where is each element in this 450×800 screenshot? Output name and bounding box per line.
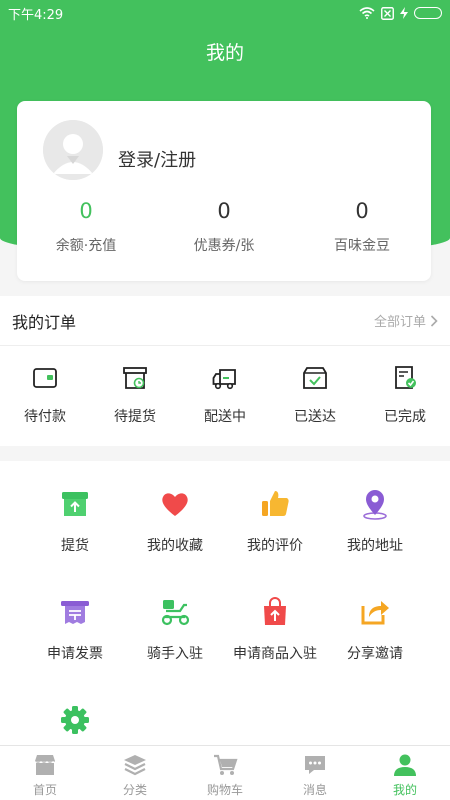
tab-label: 我的 [392, 783, 417, 797]
cart-icon [214, 754, 238, 775]
balance-label: 余额·充值 [55, 238, 117, 254]
settings-gear-icon [61, 706, 89, 734]
message-icon [305, 756, 325, 774]
order-label: 待提货 [114, 409, 156, 425]
all-orders-label: 全部订单 [373, 315, 426, 330]
tab-label: 消息 [302, 783, 327, 797]
location-pin-icon [363, 490, 387, 520]
order-label: 配送中 [204, 409, 246, 425]
pickup-box-icon [123, 367, 147, 389]
gold-bean-stat[interactable]: 0 百味金豆 [293, 197, 431, 255]
tool-label: 骑手入驻 [147, 646, 203, 662]
gold-bean-label: 百味金豆 [334, 238, 390, 254]
battery-icon [414, 7, 442, 19]
status-icons [359, 6, 442, 20]
coupon-value: 0 [217, 199, 231, 223]
tool-pickup[interactable]: 提货 [25, 461, 125, 569]
share-icon [361, 601, 389, 625]
tab-category[interactable]: 分类 [90, 746, 180, 800]
account-stats: 0 余额·充值 0 优惠券/张 0 百味金豆 [17, 197, 431, 255]
coupon-stat[interactable]: 0 优惠券/张 [155, 197, 293, 255]
charging-icon [400, 7, 408, 19]
status-bar: 下午4:29 [0, 0, 450, 26]
layers-icon [124, 755, 146, 776]
shopping-bag-icon [264, 597, 286, 625]
tab-label: 分类 [122, 783, 147, 797]
orders-title: 我的订单 [12, 312, 77, 332]
tool-label: 申请商品入驻 [233, 646, 317, 662]
tool-label: 我的地址 [347, 538, 403, 554]
heart-icon [162, 493, 188, 516]
tool-invoice[interactable]: 申请发票 [25, 569, 125, 677]
order-pending-payment[interactable]: 待付款 [0, 346, 90, 446]
wifi-icon [359, 7, 375, 19]
default-avatar-icon [43, 120, 103, 180]
orders-header: 我的订单 全部订单 [0, 296, 450, 346]
coupon-label: 优惠券/张 [193, 238, 255, 254]
my-orders-section: 我的订单 全部订单 待付款 待提货 配送中 已送达 已完成 [0, 296, 450, 446]
tab-mine[interactable]: 我的 [360, 746, 450, 800]
wallet-icon [33, 368, 57, 388]
order-label: 已送达 [294, 409, 336, 425]
avatar[interactable] [43, 120, 103, 180]
order-pending-pickup[interactable]: 待提货 [90, 346, 180, 446]
tab-home[interactable]: 首页 [0, 746, 90, 800]
home-store-icon [35, 755, 55, 775]
tab-label: 购物车 [206, 783, 243, 797]
all-orders-link[interactable]: 全部订单 [374, 311, 438, 330]
delivered-box-icon [303, 367, 327, 389]
invoice-icon [61, 601, 89, 624]
tab-messages[interactable]: 消息 [270, 746, 360, 800]
tool-label: 提货 [61, 538, 89, 554]
page-title: 我的 [205, 42, 244, 64]
order-delivered[interactable]: 已送达 [270, 346, 360, 446]
order-status-row: 待付款 待提货 配送中 已送达 已完成 [0, 346, 450, 446]
balance-value: 0 [79, 199, 93, 223]
tools-grid: 提货 我的收藏 我的评价 我的地址 申请发票 骑手入驻 申请商品入驻 分享邀请 [0, 461, 450, 785]
login-register-link[interactable]: 登录/注册 [118, 146, 196, 172]
tab-cart[interactable]: 购物车 [180, 746, 270, 800]
chevron-right-icon [430, 314, 438, 327]
scooter-icon [161, 600, 190, 626]
tool-share-invite[interactable]: 分享邀请 [325, 569, 425, 677]
tool-favorites[interactable]: 我的收藏 [125, 461, 225, 569]
tool-label: 分享邀请 [347, 646, 403, 662]
pickup-icon [62, 492, 88, 516]
tools-section: 提货 我的收藏 我的评价 我的地址 申请发票 骑手入驻 申请商品入驻 分享邀请 [0, 461, 450, 746]
profile-card: 登录/注册 0 余额·充值 0 优惠券/张 0 百味金豆 [17, 101, 431, 281]
tool-reviews[interactable]: 我的评价 [225, 461, 325, 569]
status-time: 下午4:29 [8, 7, 64, 23]
completed-doc-icon [395, 366, 416, 389]
tool-address[interactable]: 我的地址 [325, 461, 425, 569]
thumbs-up-icon [262, 491, 289, 516]
bottom-tab-bar: 首页 分类 购物车 消息 我的 [0, 745, 450, 800]
tab-label: 首页 [32, 783, 57, 797]
balance-stat[interactable]: 0 余额·充值 [17, 197, 155, 255]
user-icon [394, 754, 416, 776]
order-label: 待付款 [24, 409, 66, 425]
tool-label: 申请发票 [47, 646, 103, 662]
tool-label: 我的收藏 [147, 538, 203, 554]
order-delivering[interactable]: 配送中 [180, 346, 270, 446]
order-completed[interactable]: 已完成 [360, 346, 450, 446]
tool-merchant-join[interactable]: 申请商品入驻 [225, 569, 325, 677]
truck-icon [212, 369, 236, 390]
tool-label: 我的评价 [247, 538, 303, 554]
sim-icon [381, 6, 394, 20]
order-label: 已完成 [384, 409, 426, 425]
gold-bean-value: 0 [355, 199, 369, 223]
tool-rider-join[interactable]: 骑手入驻 [125, 569, 225, 677]
